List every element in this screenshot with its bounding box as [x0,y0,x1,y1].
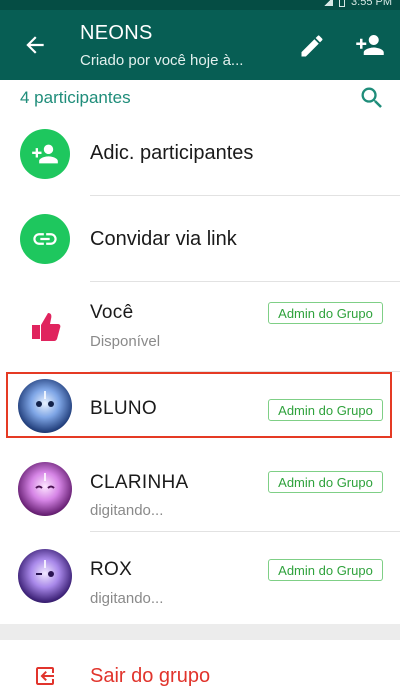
invite-link-row[interactable]: Convidar via link [0,196,400,282]
person-add-icon [32,144,58,164]
add-participants-avatar [20,129,70,179]
exit-group-label: Sair do grupo [90,665,211,687]
ghost-avatar-icon [36,560,54,577]
participant-name: BLUNO [90,398,157,419]
admin-badge: Admin do Grupo [268,399,383,421]
back-button[interactable] [20,32,50,58]
search-button[interactable] [358,84,386,112]
group-title[interactable]: NEONS [80,22,153,45]
ghost-avatar-icon [35,473,55,489]
participant-name: CLARINHA [90,472,189,493]
admin-badge: Admin do Grupo [268,471,383,493]
exit-icon [36,667,54,685]
app-bar: NEONS Criado por você hoje à... [0,10,400,80]
section-separator [0,624,400,640]
edit-button[interactable] [298,32,326,60]
participant-status: digitando... [90,590,164,607]
participant-status: digitando... [90,502,164,519]
participant-name: ROX [90,559,133,580]
battery-icon [339,0,346,7]
status-bar: 3:55 PM [0,0,400,10]
avatar [18,379,72,433]
exit-group-button[interactable]: Sair do grupo [0,640,400,690]
participant-row-bluno[interactable]: BLUNO Admin do Grupo [0,372,400,440]
admin-badge: Admin do Grupo [268,302,383,324]
participant-name: Você [90,302,134,323]
search-icon [361,87,382,108]
arrow-back-icon [26,36,44,54]
participant-row-clarinha[interactable]: CLARINHA digitando... Admin do Grupo [0,440,400,532]
add-participants-row[interactable]: Adic. participantes [0,118,400,196]
person-add-icon [356,35,384,55]
participant-status: Disponível [90,333,161,350]
link-icon [33,233,57,245]
avatar [18,549,72,603]
pencil-icon [301,35,323,57]
participant-row-rox[interactable]: ROX digitando... Admin do Grupo [0,532,400,624]
admin-badge: Admin do Grupo [268,559,383,581]
participants-header: 4 participantes [0,80,400,118]
ghost-avatar-icon [36,391,54,407]
participant-row-voce[interactable]: Você Disponível Admin do Grupo [0,282,400,372]
add-participants-label: Adic. participantes [90,142,254,164]
avatar [18,299,72,353]
invite-link-avatar [20,214,70,264]
signal-icon [323,0,334,6]
participants-count: 4 participantes [20,88,131,107]
invite-link-label: Convidar via link [90,228,237,250]
avatar [18,462,72,516]
add-participant-button[interactable] [354,30,386,60]
group-subtitle: Criado por você hoje à... [80,52,244,69]
thumbs-up-avatar-icon [18,299,72,353]
status-time: 3:55 PM [351,0,392,8]
